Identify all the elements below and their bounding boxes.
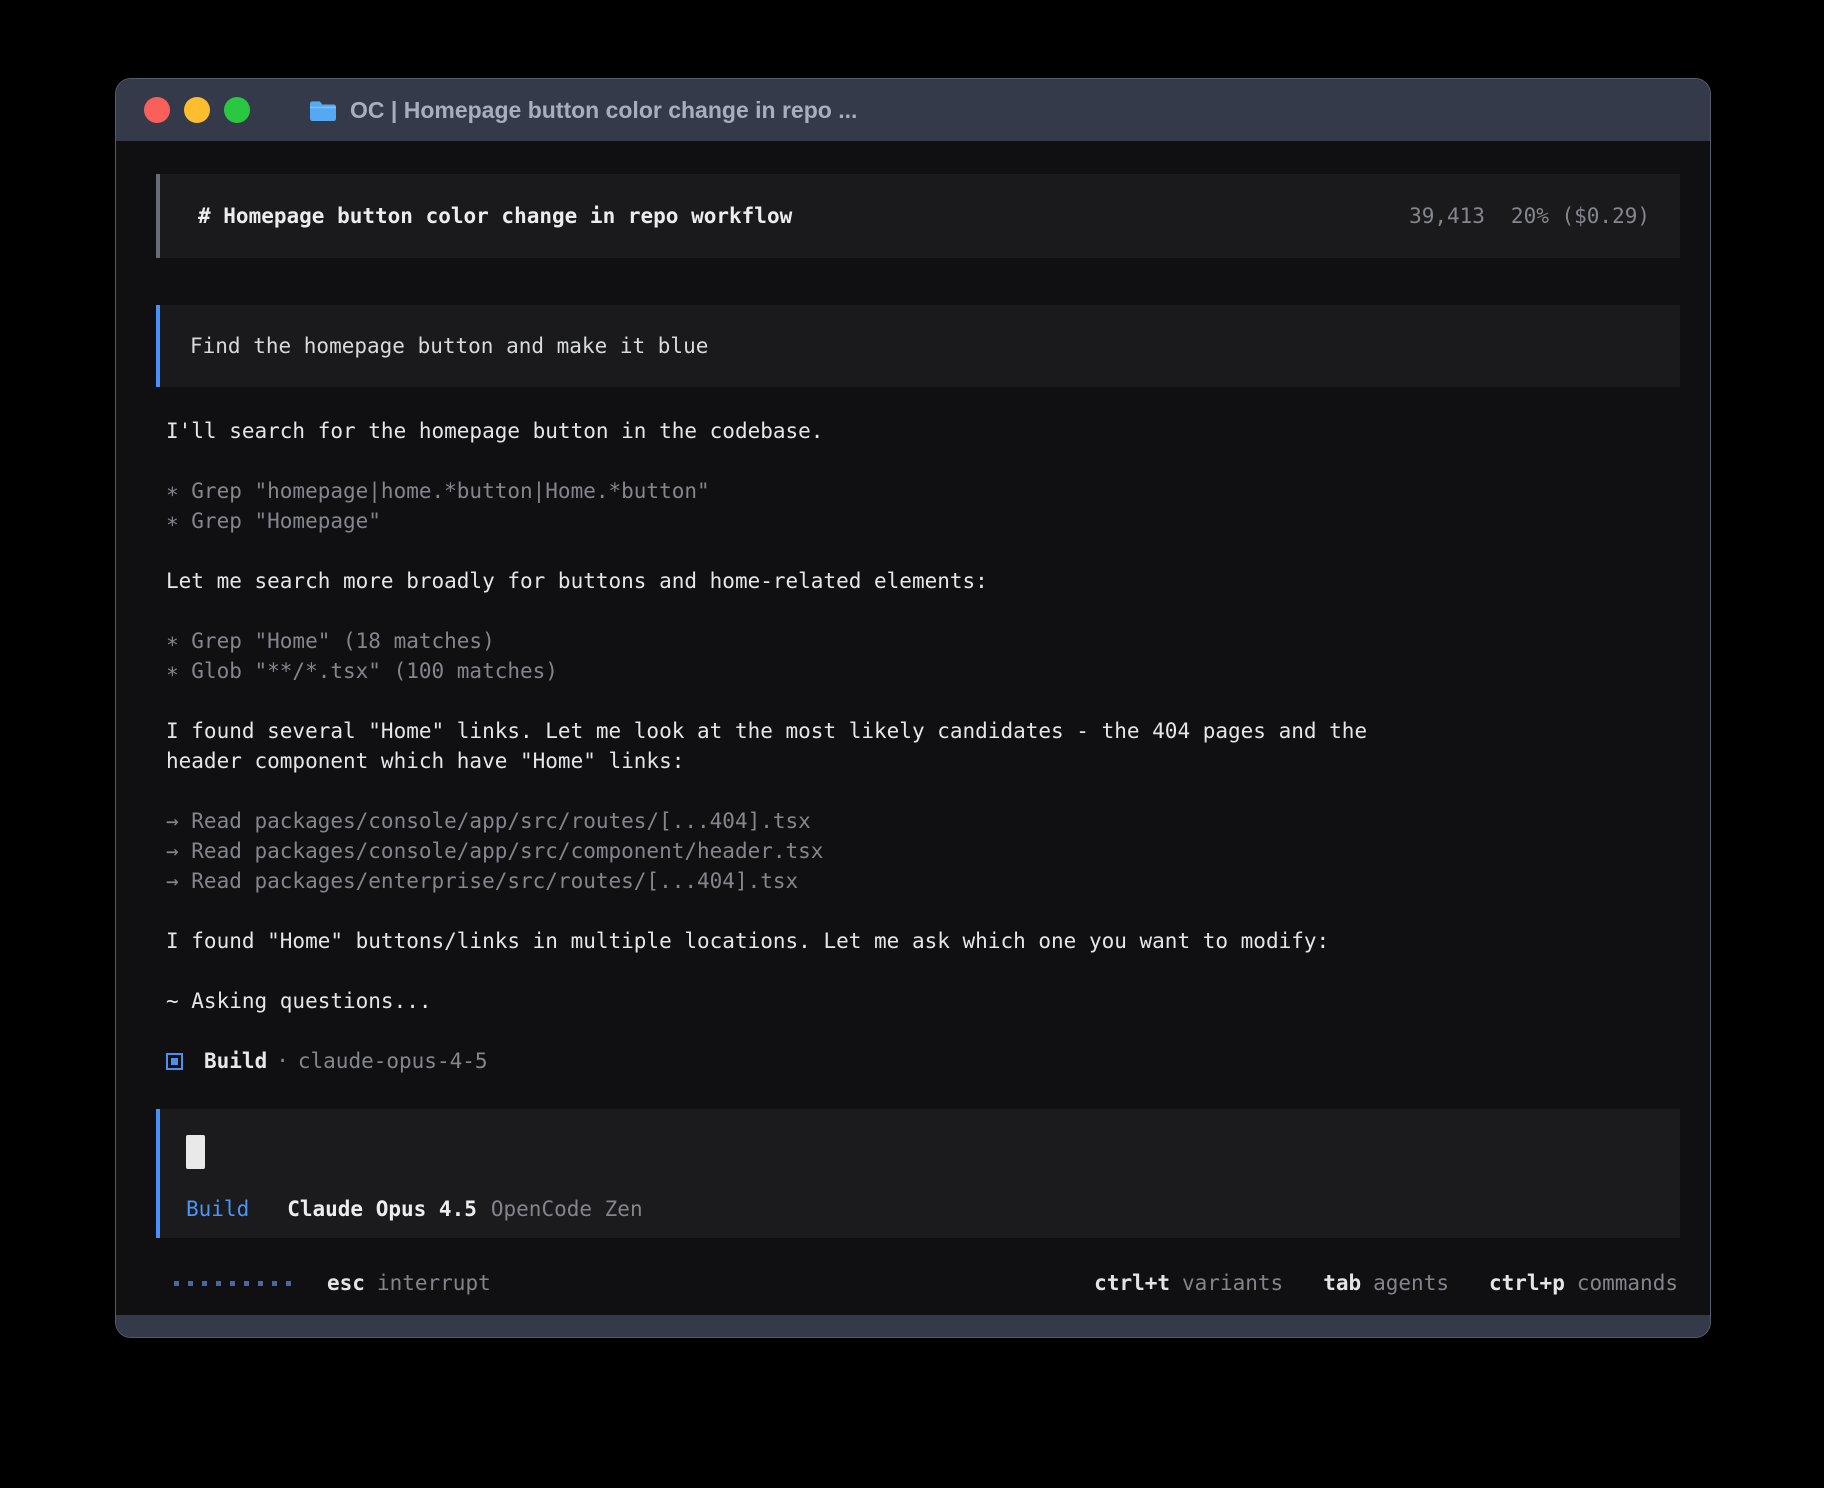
spinner-dot — [286, 1281, 291, 1286]
user-message: Find the homepage button and make it blu… — [156, 305, 1680, 387]
terminal-window: OC | Homepage button color change in rep… — [115, 78, 1711, 1338]
tool-call-line: → Read packages/console/app/src/componen… — [166, 836, 1421, 866]
tool-call-group: ∗ Grep "Home" (18 matches)∗ Glob "**/*.t… — [166, 626, 1421, 686]
hint-key: esc — [327, 1271, 365, 1295]
provider-label: OpenCode Zen — [491, 1194, 643, 1224]
hint-label: commands — [1577, 1271, 1678, 1295]
agent-name: Build — [204, 1046, 267, 1076]
token-count: 39,413 — [1409, 204, 1485, 228]
spinner-dot — [202, 1281, 207, 1286]
spinner-dot — [216, 1281, 221, 1286]
spinner-dot — [258, 1281, 263, 1286]
hint-label: interrupt — [377, 1271, 491, 1295]
spinner-dot — [272, 1281, 277, 1286]
session-title: # Homepage button color change in repo w… — [190, 201, 792, 231]
window-bottom-strip — [116, 1315, 1710, 1338]
window-title: OC | Homepage button color change in rep… — [350, 97, 857, 124]
prompt-editor[interactable]: Build Claude Opus 4.5 OpenCode Zen — [156, 1109, 1680, 1238]
agent-status-row: Build · claude-opus-4-5 — [166, 1046, 1421, 1076]
agent-mode-label[interactable]: Build — [186, 1194, 249, 1224]
key-hint: ctrl+t variants — [1094, 1268, 1283, 1298]
text-cursor — [186, 1135, 205, 1169]
spinner-dot — [244, 1281, 249, 1286]
hint-key: ctrl+p — [1489, 1271, 1565, 1295]
spinner-dots — [174, 1281, 291, 1286]
hint-key: ctrl+t — [1094, 1271, 1170, 1295]
context-usage: 20% ($0.29) — [1511, 204, 1650, 228]
tool-call-line: ∗ Glob "**/*.tsx" (100 matches) — [166, 656, 1421, 686]
status-left: esc interrupt — [174, 1268, 491, 1298]
hint-label: agents — [1373, 1271, 1449, 1295]
user-message-text: Find the homepage button and make it blu… — [190, 334, 708, 358]
title-group: OC | Homepage button color change in rep… — [308, 97, 857, 124]
assistant-response: I'll search for the homepage button in t… — [156, 416, 1421, 1076]
tool-call-line: ∗ Grep "Homepage" — [166, 506, 1421, 536]
tool-call-line: → Read packages/console/app/src/routes/[… — [166, 806, 1421, 836]
tool-call-line: → Read packages/enterprise/src/routes/[.… — [166, 866, 1421, 896]
assistant-text: I'll search for the homepage button in t… — [166, 416, 1421, 446]
tool-call-line: ∗ Grep "Home" (18 matches) — [166, 626, 1421, 656]
key-hint: tab agents — [1323, 1268, 1449, 1298]
model-label[interactable]: Claude Opus 4.5 — [287, 1194, 477, 1224]
key-hint: esc interrupt — [327, 1268, 491, 1298]
tool-call-group: ∗ Grep "homepage|home.*button|Home.*butt… — [166, 476, 1421, 536]
folder-icon — [308, 98, 338, 123]
separator-dot: · — [276, 1046, 289, 1076]
key-hint: ctrl+p commands — [1489, 1268, 1678, 1298]
session-header: # Homepage button color change in repo w… — [156, 174, 1680, 258]
assistant-text: Let me search more broadly for buttons a… — [166, 566, 1421, 596]
zoom-icon[interactable] — [224, 97, 250, 123]
session-stats: 39,413 20% ($0.29) — [1409, 201, 1650, 231]
hint-label: variants — [1182, 1271, 1283, 1295]
editor-meta: Build Claude Opus 4.5 OpenCode Zen — [186, 1194, 1646, 1224]
tool-call-group: → Read packages/console/app/src/routes/[… — [166, 806, 1421, 896]
close-icon[interactable] — [144, 97, 170, 123]
traffic-lights — [144, 97, 250, 123]
assistant-text: I found "Home" buttons/links in multiple… — [166, 926, 1421, 956]
spinner-dot — [174, 1281, 179, 1286]
agent-model: claude-opus-4-5 — [298, 1046, 488, 1076]
tool-call-line: ∗ Grep "homepage|home.*button|Home.*butt… — [166, 476, 1421, 506]
title-bar[interactable]: OC | Homepage button color change in rep… — [116, 79, 1710, 141]
minimize-icon[interactable] — [184, 97, 210, 123]
right-hints: ctrl+t variants tab agents ctrl+p commands — [1094, 1268, 1678, 1298]
assistant-text: I found several "Home" links. Let me loo… — [166, 716, 1421, 776]
hint-key: tab — [1323, 1271, 1361, 1295]
status-bar: escinterrupt ctrl+tvariantstabagentsctrl… — [156, 1268, 1680, 1298]
spinner-dot — [188, 1281, 193, 1286]
left-hints: esc interrupt — [327, 1268, 491, 1298]
square-dot-icon — [166, 1053, 183, 1070]
assistant-text: ~ Asking questions... — [166, 986, 1421, 1016]
spinner-dot — [230, 1281, 235, 1286]
terminal-content: # Homepage button color change in repo w… — [116, 141, 1710, 1315]
